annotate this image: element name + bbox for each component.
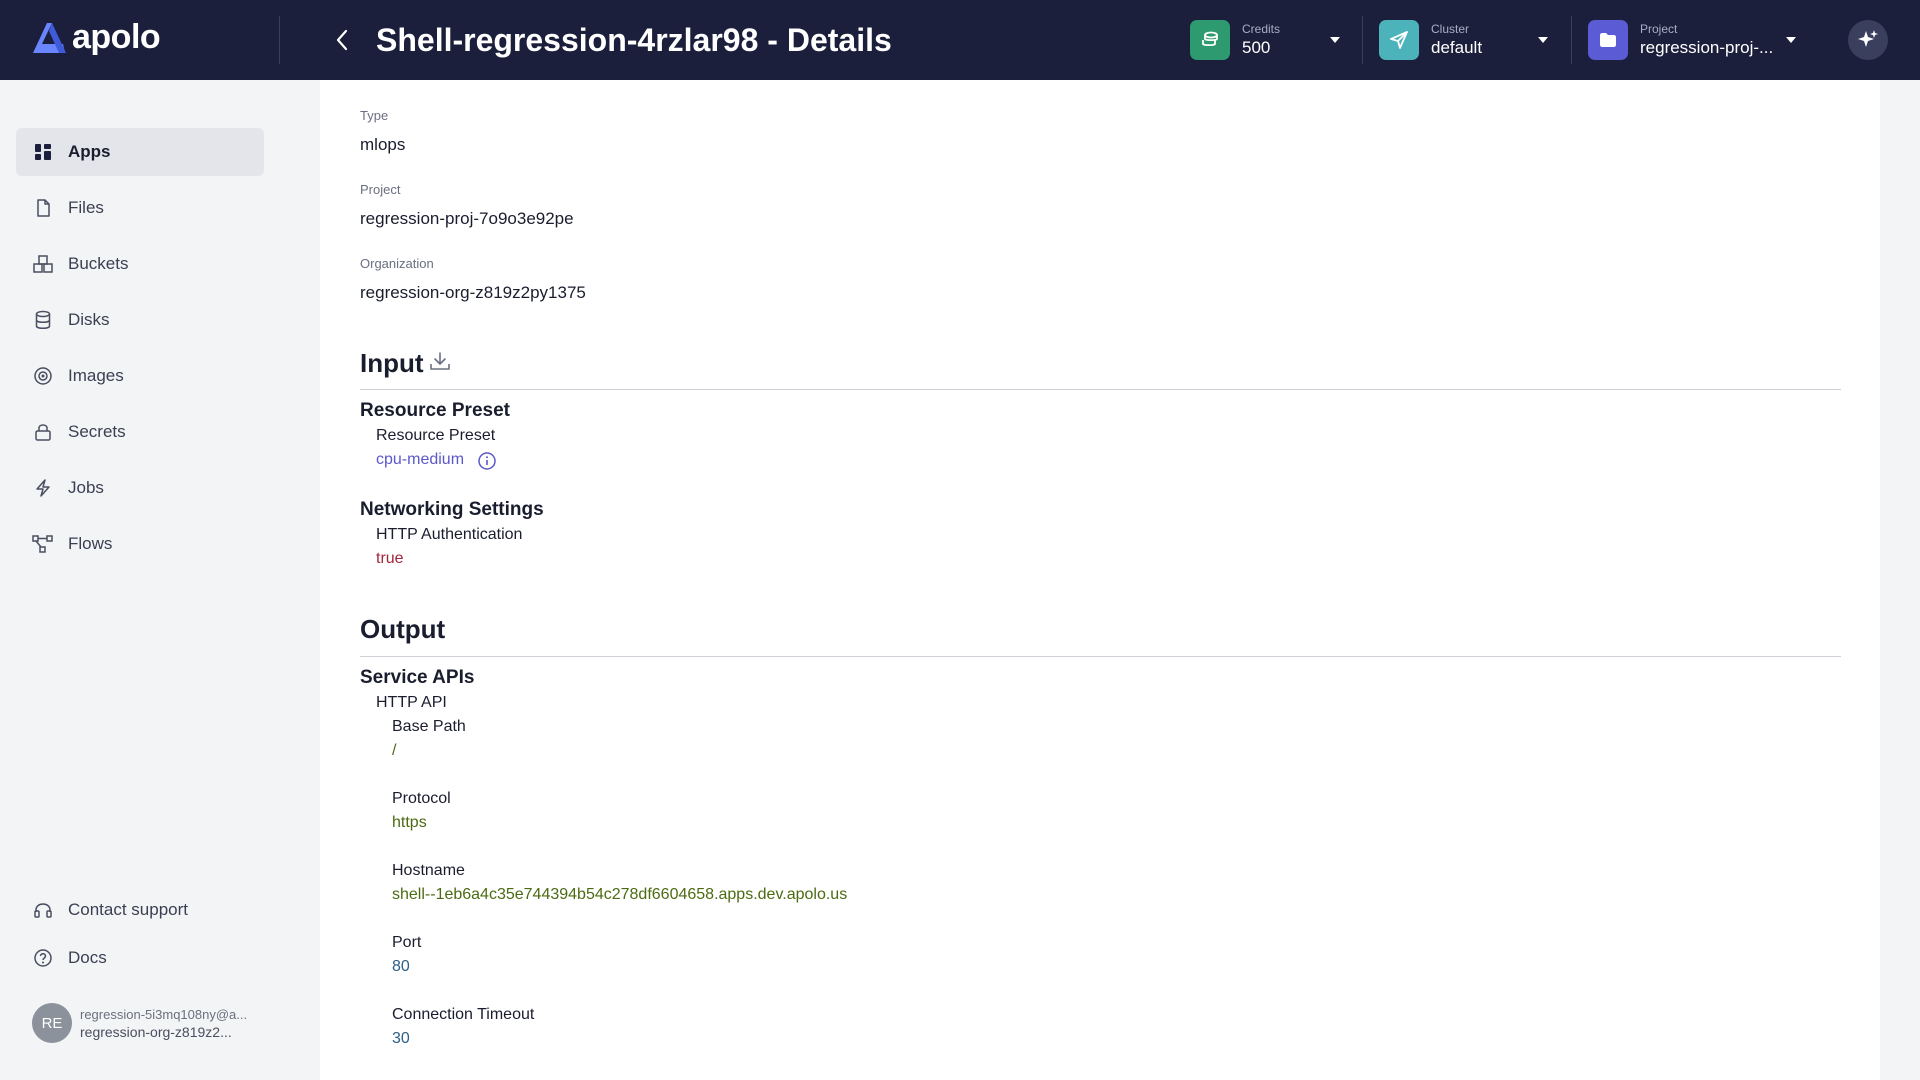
sidebar-item-label: Flows (68, 534, 113, 553)
resource-preset-group-title: Resource Preset (360, 400, 510, 421)
cluster-selector[interactable]: Cluster default (1379, 19, 1551, 61)
database-icon (32, 309, 54, 331)
resource-preset-label: Resource Preset (376, 427, 496, 444)
avatar: RE (32, 1003, 72, 1043)
lightning-icon (32, 477, 54, 499)
image-icon (32, 365, 54, 387)
connection-timeout-value: 30 (392, 1030, 410, 1047)
base-path-label: Base Path (392, 718, 466, 735)
bucket-icon (32, 253, 54, 275)
sidebar-item-jobs[interactable]: Jobs (16, 464, 264, 512)
header-divider (279, 16, 280, 64)
cluster-label: Cluster (1431, 21, 1470, 36)
header-divider (1362, 16, 1363, 64)
folder-icon (1588, 20, 1628, 60)
details-panel: Type mlops Project regression-proj-7o9o3… (320, 80, 1880, 1080)
section-divider (360, 389, 1841, 390)
header-divider (1571, 16, 1572, 64)
docs-label: Docs (68, 948, 107, 967)
top-bar: apolo Shell-regression-4rzlar98 - Detail… (0, 0, 1920, 80)
organization-label: Organization (360, 256, 434, 271)
contact-support-label: Contact support (68, 900, 189, 919)
project-label: Project (1640, 21, 1678, 36)
resource-preset-value: cpu-medium (376, 451, 465, 468)
page-title: Shell-regression-4rzlar98 - Details (376, 22, 892, 58)
chevron-down-icon (1538, 37, 1548, 43)
sidebar-item-apps[interactable]: Apps (16, 128, 264, 176)
section-divider (360, 656, 1841, 657)
protocol-value: https (392, 814, 427, 831)
sidebar-item-files[interactable]: Files (16, 184, 264, 232)
sidebar-item-label: Jobs (68, 478, 104, 497)
hostname-value[interactable]: shell--1eb6a4c35e744394b54c278df6604658.… (392, 886, 847, 904)
credits-value: 500 (1242, 37, 1271, 57)
organization-value: regression-org-z819z2py1375 (360, 283, 586, 302)
flow-icon (32, 533, 54, 555)
chevron-left-icon (336, 29, 348, 51)
sidebar-item-secrets[interactable]: Secrets (16, 408, 264, 456)
sidebar-item-label: Apps (68, 142, 111, 161)
user-account[interactable]: RE regression-5i3mq108ny@a... regression… (32, 1003, 247, 1043)
ai-assistant-button[interactable] (1848, 20, 1888, 60)
sparkle-icon (1858, 30, 1878, 47)
credits-selector[interactable]: Credits 500 (1190, 19, 1342, 61)
contact-support-link[interactable]: Contact support (16, 886, 264, 934)
hostname-label: Hostname (392, 862, 465, 879)
port-label: Port (392, 934, 422, 951)
http-authentication-value: true (376, 550, 404, 567)
credits-icon (1190, 20, 1230, 60)
sidebar-item-label: Images (68, 366, 124, 385)
user-email: regression-5i3mq108ny@a... (80, 1006, 248, 1022)
sidebar-item-flows[interactable]: Flows (16, 520, 264, 568)
sidebar-item-label: Files (68, 198, 104, 217)
project-value: regression-proj-... (1640, 37, 1774, 57)
user-org: regression-org-z819z2... (80, 1023, 232, 1040)
download-icon[interactable] (428, 350, 452, 374)
apolo-logo[interactable]: apolo (30, 18, 161, 57)
project-value: regression-proj-7o9o3e92pe (360, 209, 574, 228)
chevron-down-icon (1330, 37, 1340, 43)
type-label: Type (360, 108, 389, 123)
project-label: Project (360, 182, 401, 197)
file-icon (32, 197, 54, 219)
sidebar-item-images[interactable]: Images (16, 352, 264, 400)
http-authentication-label: HTTP Authentication (376, 526, 523, 543)
sidebar-item-label: Disks (68, 310, 110, 329)
service-apis-group-title: Service APIs (360, 667, 475, 688)
http-api-label: HTTP API (376, 694, 447, 711)
info-icon[interactable] (477, 451, 497, 471)
port-value: 80 (392, 958, 410, 975)
headset-icon (32, 899, 54, 921)
docs-link[interactable]: Docs (16, 934, 264, 982)
output-section-title: Output (360, 614, 446, 644)
networking-group-title: Networking Settings (360, 499, 544, 520)
type-value: mlops (360, 135, 406, 154)
back-button[interactable] (326, 24, 358, 56)
connection-timeout-label: Connection Timeout (392, 1006, 535, 1023)
project-selector[interactable]: Project regression-proj-... (1588, 19, 1798, 61)
base-path-value: / (392, 742, 397, 759)
grid-icon (32, 141, 54, 163)
cluster-value: default (1431, 37, 1483, 57)
logo-text: apolo (72, 18, 161, 56)
send-icon (1379, 20, 1419, 60)
sidebar-item-disks[interactable]: Disks (16, 296, 264, 344)
help-icon (32, 947, 54, 969)
sidebar: Apps Files Buckets Disks Images Secrets (0, 80, 280, 1080)
protocol-label: Protocol (392, 790, 451, 807)
sidebar-item-label: Buckets (68, 254, 129, 273)
sidebar-item-buckets[interactable]: Buckets (16, 240, 264, 288)
apolo-logo-mark-icon (33, 22, 66, 53)
input-section-title: Input (360, 348, 424, 378)
chevron-down-icon (1786, 37, 1796, 43)
sidebar-item-label: Secrets (68, 422, 126, 441)
lock-icon (32, 421, 54, 443)
credits-label: Credits (1242, 21, 1281, 36)
